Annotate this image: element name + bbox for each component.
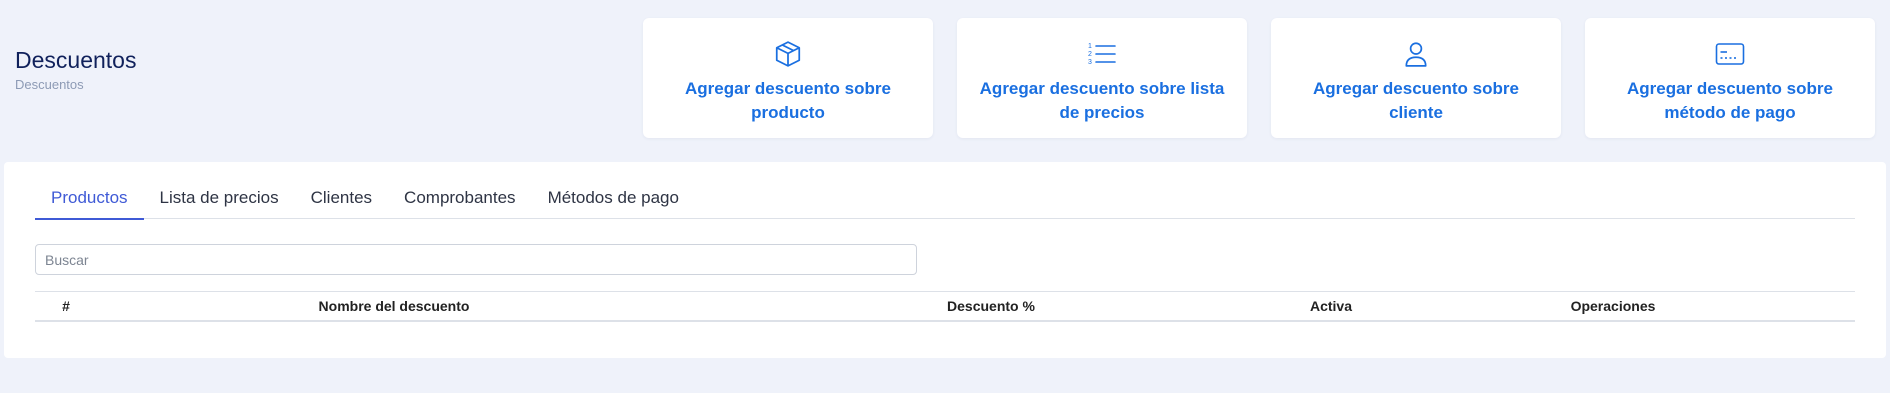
svg-text:1: 1	[1088, 43, 1092, 50]
tab-bar: Productos Lista de precios Clientes Comp…	[35, 162, 1855, 220]
tab-comprobantes[interactable]: Comprobantes	[388, 162, 532, 219]
page-title: Descuentos	[15, 47, 137, 73]
svg-text:2: 2	[1088, 51, 1092, 58]
column-header-discount[interactable]: Descuento %	[691, 292, 1291, 321]
add-product-discount-button[interactable]: Agregar descuento sobre producto	[643, 18, 933, 138]
tab-productos[interactable]: Productos	[35, 162, 144, 220]
box-icon	[773, 40, 803, 68]
discounts-panel: Productos Lista de precios Clientes Comp…	[4, 162, 1886, 358]
add-client-discount-label: Agregar descuento sobre cliente	[1313, 79, 1519, 122]
search-input[interactable]	[35, 244, 917, 275]
payment-card-icon	[1715, 40, 1745, 68]
add-client-discount-button[interactable]: Agregar descuento sobre cliente	[1271, 18, 1561, 138]
svg-text:3: 3	[1088, 59, 1092, 66]
discounts-table: # Nombre del descuento Descuento % Activ…	[35, 291, 1855, 322]
tab-metodos-de-pago[interactable]: Métodos de pago	[532, 162, 695, 219]
add-price-list-discount-label: Agregar descuento sobre lista de precios	[979, 79, 1225, 122]
column-header-operations[interactable]: Operaciones	[1371, 292, 1855, 321]
tab-clientes[interactable]: Clientes	[295, 162, 388, 219]
tab-lista-de-precios[interactable]: Lista de precios	[144, 162, 295, 219]
user-icon	[1403, 40, 1429, 68]
numbered-list-icon: 1 2 3	[1087, 40, 1117, 68]
column-header-name[interactable]: Nombre del descuento	[97, 292, 691, 321]
page: Descuentos Descuentos Agregar descuento …	[0, 0, 1890, 393]
column-header-number[interactable]: #	[35, 292, 97, 321]
page-header: Descuentos Descuentos	[15, 46, 136, 92]
column-header-active[interactable]: Activa	[1291, 292, 1371, 321]
add-payment-method-discount-label: Agregar descuento sobre método de pago	[1627, 79, 1833, 122]
add-payment-method-discount-button[interactable]: Agregar descuento sobre método de pago	[1585, 18, 1875, 138]
breadcrumb[interactable]: Descuentos	[15, 77, 136, 92]
add-price-list-discount-button[interactable]: 1 2 3 Agregar descuento sobre lista de p…	[957, 18, 1247, 138]
add-product-discount-label: Agregar descuento sobre producto	[685, 79, 891, 122]
